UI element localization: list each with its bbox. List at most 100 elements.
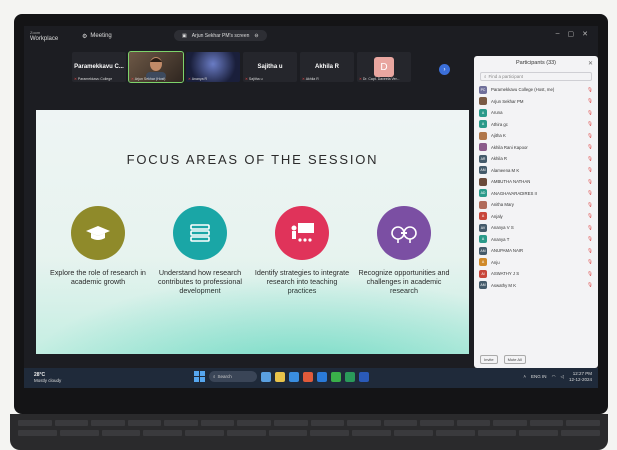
chevron-up-icon[interactable]: ˄ [523, 374, 526, 379]
muted-mic-icon[interactable]: 🎙 [587, 248, 593, 254]
participant-row[interactable]: Ajitha K 🎙 [479, 130, 593, 142]
tile-caption: Dr. Capt. Daveela Ver... [359, 77, 400, 81]
participant-row[interactable]: AV Ananya V S 🎙 [479, 222, 593, 234]
video-tile[interactable]: Ananya R [186, 52, 240, 82]
video-tile[interactable]: Akhila R Akhila R [300, 52, 354, 82]
participant-row[interactable]: AR Akhila R 🎙 [479, 153, 593, 165]
shield-icon: ⚙ [82, 33, 88, 40]
tile-name: Paramekkavu C... [74, 64, 124, 70]
participant-row[interactable]: A Athira gc 🎙 [479, 119, 593, 131]
muted-mic-icon[interactable]: 🎙 [587, 271, 593, 277]
minimize-icon[interactable]: – [556, 30, 560, 38]
muted-mic-icon[interactable]: 🎙 [587, 259, 593, 265]
taskbar-search[interactable]: ⌕ Search [209, 371, 257, 382]
muted-mic-icon[interactable]: 🎙 [587, 156, 593, 162]
tile-name: Sajitha u [257, 64, 283, 70]
wifi-icon[interactable]: ◠ [552, 374, 556, 380]
language-indicator[interactable]: ENG IN [531, 374, 547, 379]
key-row [18, 420, 600, 426]
participant-row[interactable]: A Aruna 🎙 [479, 107, 593, 119]
volume-icon[interactable]: ◁ [561, 374, 564, 380]
participant-row[interactable]: Akhila Rani Kapoor 🎙 [479, 142, 593, 154]
brand-name: Workplace [30, 36, 59, 42]
muted-mic-icon[interactable]: 🎙 [587, 87, 593, 93]
avatar [479, 143, 487, 152]
view-options-icon[interactable]: ⊖ [254, 33, 258, 39]
participant-name: ASWATHY J S [491, 271, 520, 277]
participant-row[interactable]: AM Aswathy M K 🎙 [479, 280, 593, 292]
participant-row[interactable]: AI ASWATHY J S 🎙 [479, 268, 593, 280]
participant-row[interactable]: AMBUTHA NATHAN 🎙 [479, 176, 593, 188]
muted-mic-icon[interactable]: 🎙 [587, 167, 593, 173]
word-icon[interactable] [359, 371, 369, 382]
participant-name: Anitha Mary [491, 202, 514, 208]
avatar [479, 200, 487, 209]
zoom-title-bar: Zoom Workplace ⚙ Meeting ▣ Arjun Sekhar … [24, 26, 598, 46]
muted-mic-icon[interactable]: 🎙 [587, 144, 593, 150]
search-label: Search [217, 374, 232, 379]
muted-mic-icon[interactable]: 🎙 [587, 202, 593, 208]
meeting-menu[interactable]: ⚙ Meeting [82, 33, 112, 40]
tile-caption: Arjun Sekhar (Host) [131, 77, 166, 81]
avatar: PC [479, 85, 487, 94]
screen-share-icon: ▣ [182, 32, 187, 39]
video-tile[interactable]: Paramekkavu C... Paramekkavu College [72, 52, 126, 82]
edge-browser-icon[interactable] [289, 371, 299, 382]
zoom-logo: Zoom Workplace [30, 30, 72, 42]
participant-name: Athira gc [491, 121, 508, 127]
video-tile-active-speaker[interactable]: Arjun Sekhar (Host) [128, 51, 184, 83]
muted-mic-icon[interactable]: 🎙 [587, 110, 593, 116]
sharing-indicator[interactable]: ▣ Arjun Sekhar PM's screen ⊖ [174, 30, 267, 41]
clock[interactable]: 12:27 PM 12-12-2024 [569, 371, 592, 382]
muted-mic-icon[interactable]: 🎙 [587, 121, 593, 127]
close-icon[interactable]: ✕ [588, 60, 593, 67]
task-view-icon[interactable] [261, 371, 271, 382]
participant-row[interactable]: AM Alameena M K 🎙 [479, 165, 593, 177]
sharing-text: Arjun Sekhar PM's screen [191, 32, 250, 39]
participant-row[interactable]: Arjun Sekhar PM 🎙 [479, 96, 593, 108]
avatar: A [479, 120, 487, 129]
participants-panel: Participants (33) ✕ ⌕ Find a participant… [474, 56, 598, 368]
video-tile[interactable]: Sajitha u Sajitha u [243, 52, 297, 82]
muted-mic-icon[interactable]: 🎙 [587, 190, 593, 196]
muted-mic-icon[interactable]: 🎙 [587, 282, 593, 288]
muted-mic-icon[interactable]: 🎙 [587, 98, 593, 104]
chrome-icon[interactable] [331, 371, 341, 382]
office-icon[interactable] [303, 371, 313, 382]
focus-area: Understand how research contributes to p… [152, 206, 248, 295]
weather-widget[interactable]: 28°C Mostly cloudy [34, 372, 61, 384]
participant-row[interactable]: A Anjaly 🎙 [479, 211, 593, 223]
laptop-keyboard [10, 414, 608, 450]
windows-taskbar: 28°C Mostly cloudy ⌕ Search ˄ ENG IN ◠ ◁… [24, 368, 598, 388]
participant-row[interactable]: AM ANUPAMA NAIR 🎙 [479, 245, 593, 257]
focus-area-text: Recognize opportunities and challenges i… [358, 268, 450, 295]
excel-icon[interactable] [345, 371, 355, 382]
video-strip: Paramekkavu C... Paramekkavu College Arj… [72, 51, 411, 83]
invite-button[interactable]: Invite [480, 355, 498, 364]
participant-row[interactable]: AD ANAGHAVARADIRES II 🎙 [479, 188, 593, 200]
participant-name: Paramekkavu College (Host, me) [491, 87, 555, 93]
participants-header: Participants (33) ✕ [474, 56, 598, 70]
avatar: AM [479, 246, 487, 255]
participant-row[interactable]: PC Paramekkavu College (Host, me) 🎙 [479, 84, 593, 96]
muted-mic-icon[interactable]: 🎙 [587, 213, 593, 219]
participant-name: Ananya V S [491, 225, 514, 231]
close-icon[interactable]: ✕ [582, 30, 588, 38]
focus-area-text: Identify strategies to integrate researc… [254, 268, 350, 295]
muted-mic-icon[interactable]: 🎙 [587, 179, 593, 185]
focus-area: Identify strategies to integrate researc… [254, 206, 350, 295]
file-explorer-icon[interactable] [275, 371, 285, 382]
mute-all-button[interactable]: Mute All [503, 355, 526, 364]
muted-mic-icon[interactable]: 🎙 [587, 133, 593, 139]
participant-search-input[interactable]: ⌕ Find a participant [480, 72, 592, 81]
participant-row[interactable]: A Ananya T 🎙 [479, 234, 593, 246]
zoom-app-icon[interactable] [317, 371, 327, 382]
participant-row[interactable]: A Anju 🎙 [479, 257, 593, 269]
next-page-button[interactable]: › [439, 64, 450, 75]
start-button[interactable] [194, 371, 205, 382]
video-tile[interactable]: D Dr. Capt. Daveela Ver... [357, 52, 411, 82]
muted-mic-icon[interactable]: 🎙 [587, 236, 593, 242]
maximize-icon[interactable]: ▢ [568, 30, 575, 38]
participant-row[interactable]: Anitha Mary 🎙 [479, 199, 593, 211]
muted-mic-icon[interactable]: 🎙 [587, 225, 593, 231]
